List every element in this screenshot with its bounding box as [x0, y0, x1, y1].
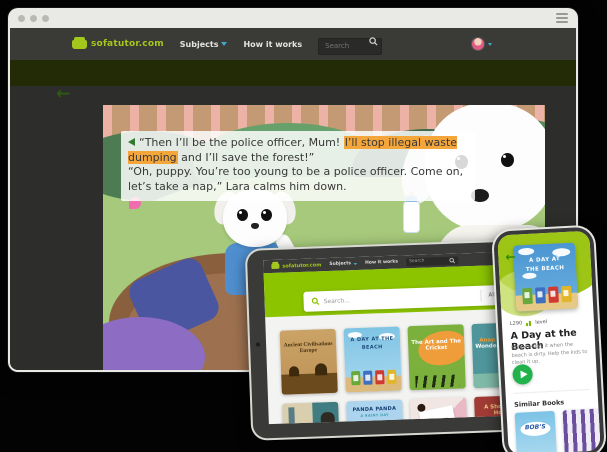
- logo-text: sofatutor.com: [91, 39, 164, 49]
- book-title: PANDA PANDA: [346, 400, 402, 414]
- window-controls[interactable]: [18, 15, 49, 22]
- nav-item-how-it-works[interactable]: How it works: [365, 260, 398, 266]
- back-arrow-icon[interactable]: ←: [505, 251, 516, 264]
- phone-bezel: ← A DAY ATTHE BEACH L290 level A Day at …: [493, 227, 605, 452]
- level-icon: [526, 320, 531, 325]
- speech-marker-icon: [128, 138, 135, 146]
- search-icon: [311, 297, 319, 305]
- phone-book-cover[interactable]: A DAY ATTHE BEACH: [513, 243, 578, 312]
- nav-item-label: How it works: [243, 40, 302, 49]
- back-arrow-icon[interactable]: ←: [56, 86, 70, 103]
- scene-baby-bottle: [403, 201, 420, 233]
- search-placeholder: Search: [409, 259, 425, 265]
- scene-mum-dog-eye: [501, 153, 514, 167]
- couch-icon: [271, 264, 279, 269]
- story-text: and I’ll save the forest!”: [178, 151, 315, 164]
- book-title: A DAY AT THE BEACH: [344, 327, 401, 353]
- sofatutor-logo[interactable]: sofatutor.com: [72, 39, 164, 49]
- book-title: Sherlock Holmes: [282, 402, 339, 424]
- level-code: L290: [510, 320, 523, 327]
- scene-puppy-eye: [237, 209, 248, 221]
- caret-down-icon: [221, 42, 227, 46]
- cover-art: [515, 292, 578, 311]
- window-control-dot[interactable]: [42, 15, 49, 22]
- window-control-dot[interactable]: [30, 15, 37, 22]
- book-title: BOB’S: [515, 411, 556, 432]
- similar-book-birch[interactable]: [563, 408, 601, 452]
- scene-puppy-nose: [251, 223, 259, 229]
- nav-item-subjects[interactable]: Subjects: [180, 40, 228, 49]
- user-menu[interactable]: [471, 37, 492, 51]
- caret-down-icon: [353, 263, 357, 265]
- book-title: The Art and The Cricket: [408, 324, 465, 352]
- book-cover-busy-semester[interactable]: A Busy Semester: [410, 397, 468, 424]
- play-button[interactable]: [512, 364, 533, 385]
- browser-titlebar: [8, 8, 578, 28]
- cover-art: [345, 376, 401, 393]
- search-placeholder: Search...: [324, 292, 474, 304]
- story-text-box: “Then I’ll be the police officer, Mum! I…: [121, 131, 475, 201]
- similar-books-row: BOB’S: [515, 408, 601, 452]
- story-text: “Then I’ll be the police officer, Mum!: [139, 136, 344, 149]
- hamburger-icon[interactable]: [556, 13, 568, 23]
- nav-item-label: How it works: [365, 260, 398, 266]
- search-icon: [369, 37, 378, 46]
- book-subtitle: A RAINY DAY: [347, 413, 403, 419]
- phone-device: ← A DAY ATTHE BEACH L290 level A Day at …: [491, 224, 607, 452]
- cover-art: [415, 375, 459, 389]
- similar-books-heading: Similar Books: [514, 398, 564, 409]
- site-navbar: sofatutor.com Subjects How it works: [10, 28, 576, 60]
- nav-search: [318, 33, 382, 55]
- divider: [480, 290, 481, 302]
- nav-item-label: Subjects: [180, 40, 219, 49]
- window-control-dot[interactable]: [18, 15, 25, 22]
- book-cover-panda-panda[interactable]: PANDA PANDA A RAINY DAY: [346, 400, 404, 425]
- couch-icon: [72, 40, 87, 49]
- book-cover-day-at-the-beach[interactable]: A DAY AT THE BEACH: [344, 327, 402, 393]
- scene-puppy-eye: [261, 209, 272, 221]
- nav-item-subjects[interactable]: Subjects: [329, 261, 357, 267]
- search-icon: [449, 257, 455, 263]
- page-header-band: [10, 60, 576, 86]
- tablet-camera: [256, 342, 260, 346]
- logo-text[interactable]: sofatutor.com: [282, 262, 321, 269]
- book-cover-art-and-cricket[interactable]: The Art and The Cricket: [408, 324, 466, 390]
- nav-item-label: Subjects: [329, 261, 351, 267]
- caret-down-icon: [488, 43, 492, 46]
- cover-art: [281, 373, 338, 395]
- marketing-composite: sofatutor.com Subjects How it works: [0, 0, 607, 452]
- book-title: Ancient Civilisations Europe: [280, 329, 337, 355]
- book-title: A DAY ATTHE BEACH: [513, 243, 576, 276]
- story-text: “Oh, puppy. You’re too young to be a pol…: [128, 165, 463, 193]
- book-cover-scandal-in-bohemia[interactable]: Sherlock Holmes A SCANDAL IN BOHEMIA: [282, 402, 340, 424]
- tablet-nav-search[interactable]: Search: [406, 256, 458, 266]
- similar-book-bobs[interactable]: BOB’S: [515, 411, 557, 452]
- level-row: L290 level: [510, 319, 547, 327]
- avatar: [471, 37, 485, 51]
- level-label: level: [535, 319, 547, 326]
- phone-screen: ← A DAY ATTHE BEACH L290 level A Day at …: [497, 231, 600, 452]
- divider: [514, 389, 590, 394]
- book-cover-ancient-civilisations[interactable]: Ancient Civilisations Europe: [280, 329, 338, 395]
- nav-item-how-it-works[interactable]: How it works: [243, 40, 302, 49]
- cover-art: [360, 420, 390, 424]
